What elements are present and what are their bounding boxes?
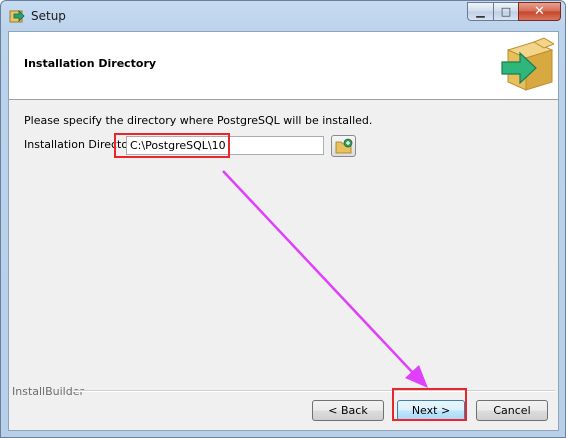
input-highlight-box — [114, 133, 230, 158]
cancel-button[interactable]: Cancel — [476, 400, 548, 421]
browse-folder-button[interactable] — [331, 135, 356, 157]
folder-browse-icon — [335, 138, 353, 154]
maximize-button[interactable]: □ — [493, 2, 518, 21]
window-title: Setup — [31, 9, 66, 23]
wizard-header: Installation Directory — [9, 32, 558, 100]
window-controls: ▁ □ ✕ — [467, 2, 561, 21]
wizard-client-area: Installation Directory Please specify th… — [8, 31, 559, 431]
box-arrow-icon — [501, 37, 554, 91]
close-button[interactable]: ✕ — [518, 2, 561, 21]
back-button[interactable]: < Back — [312, 400, 384, 421]
directory-description: Please specify the directory where Postg… — [24, 114, 373, 127]
footer-divider — [73, 390, 555, 392]
next-highlight-box — [392, 388, 467, 421]
installer-arrow-icon — [9, 10, 25, 23]
page-title: Installation Directory — [24, 57, 157, 70]
title-bar: Setup ▁ □ ✕ — [1, 1, 565, 31]
setup-window: Setup ▁ □ ✕ Installation Directory Pleas… — [0, 0, 566, 438]
minimize-button[interactable]: ▁ — [467, 2, 493, 21]
